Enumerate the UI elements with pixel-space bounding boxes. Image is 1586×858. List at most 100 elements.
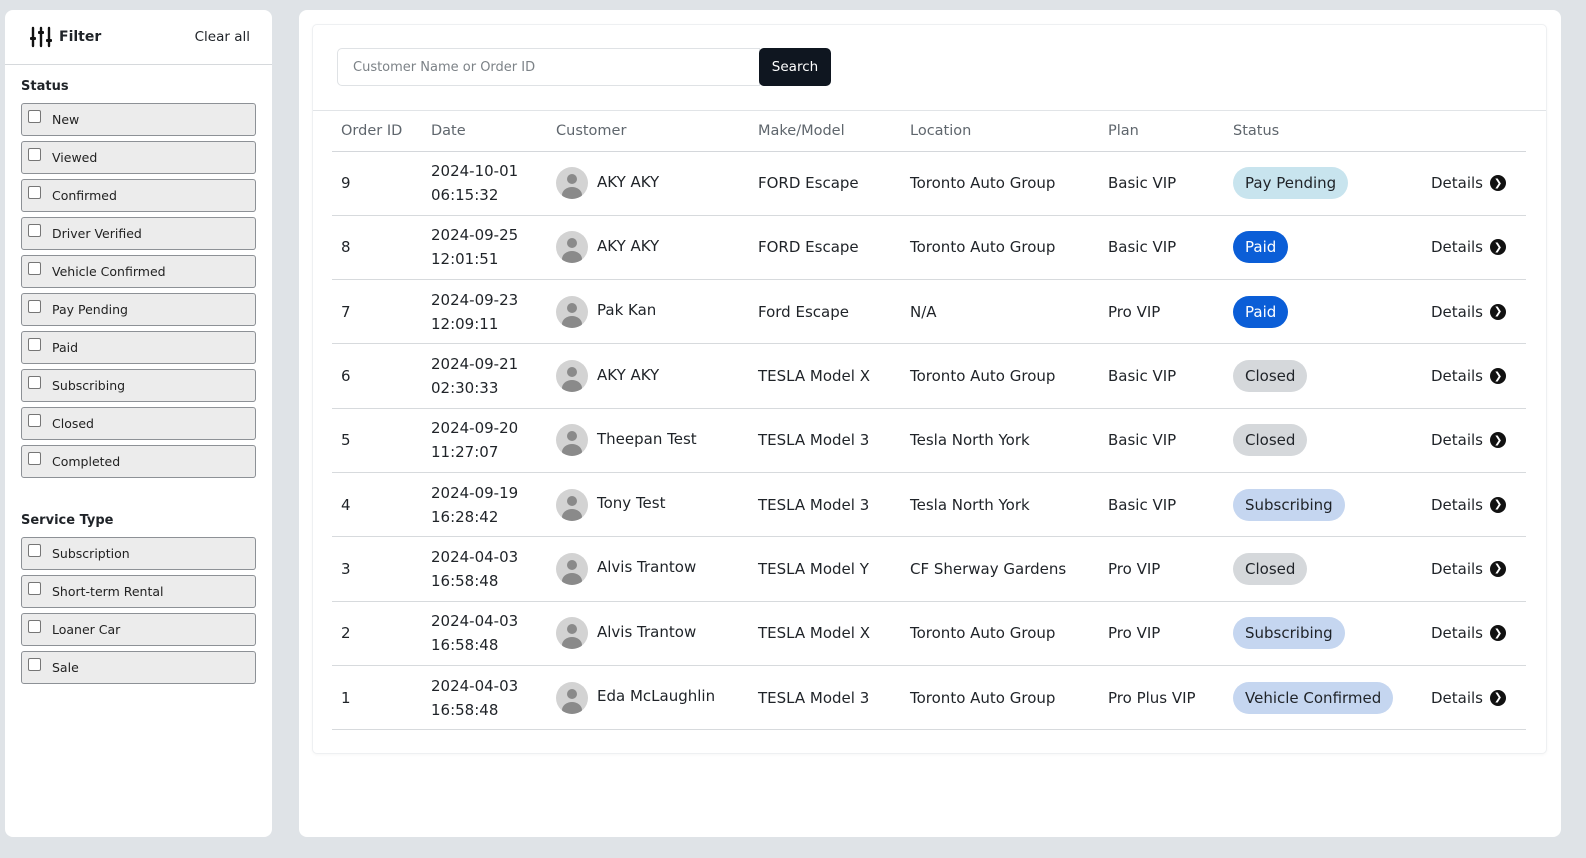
table-row: 7 2024-09-23 12:09:11 Pak Kan Ford Escap… xyxy=(332,279,1526,345)
checkbox[interactable] xyxy=(28,620,41,633)
plan-cell: Basic VIP xyxy=(1099,472,1224,538)
checkbox[interactable] xyxy=(28,582,41,595)
service-filter-loaner-car[interactable]: Loaner Car xyxy=(21,613,256,646)
details-link[interactable]: Details ❯ xyxy=(1431,689,1526,707)
details-cell: Details ❯ xyxy=(1422,151,1526,216)
customer-cell: AKY AKY xyxy=(547,151,749,216)
checkbox-label: Subscribing xyxy=(52,378,126,393)
status-filter-driver-verified[interactable]: Driver Verified xyxy=(21,217,256,250)
make-model-cell: Ford Escape xyxy=(749,279,901,345)
table-row: 8 2024-09-25 12:01:51 AKY AKY FORD Escap… xyxy=(332,215,1526,281)
status-filter-viewed[interactable]: Viewed xyxy=(21,141,256,174)
chevron-right-circle-icon: ❯ xyxy=(1490,625,1507,642)
location-cell: N/A xyxy=(901,279,1099,345)
order-id-cell: 7 xyxy=(332,279,422,345)
checkbox[interactable] xyxy=(28,452,41,465)
avatar xyxy=(556,231,588,264)
service-filter-subscription[interactable]: Subscription xyxy=(21,537,256,570)
checkbox[interactable] xyxy=(28,300,41,313)
plan-cell: Basic VIP xyxy=(1099,408,1224,473)
customer-name: Theepan Test xyxy=(597,429,697,448)
checkbox[interactable] xyxy=(28,338,41,351)
checkbox-label: Driver Verified xyxy=(52,226,142,241)
checkbox-label: Closed xyxy=(52,416,94,431)
chevron-right-circle-icon: ❯ xyxy=(1490,689,1507,706)
status-filter-confirmed[interactable]: Confirmed xyxy=(21,179,256,212)
status-cell: Paid xyxy=(1224,215,1422,281)
status-filter-vehicle-confirmed[interactable]: Vehicle Confirmed xyxy=(21,255,256,288)
avatar xyxy=(556,681,588,714)
make-model-cell: TESLA Model X xyxy=(749,601,901,666)
search-button[interactable]: Search xyxy=(759,48,831,86)
customer-name: Eda McLaughlin xyxy=(597,687,716,706)
column-header-date: Date xyxy=(422,111,547,152)
order-time: 12:09:11 xyxy=(431,314,499,333)
details-link[interactable]: Details ❯ xyxy=(1431,174,1526,192)
checkbox[interactable] xyxy=(28,658,41,671)
make-model-cell: TESLA Model 3 xyxy=(749,472,901,538)
filter-label: Filter xyxy=(59,29,102,45)
status-cell: Closed xyxy=(1224,536,1422,602)
status-cell: Closed xyxy=(1224,343,1422,409)
checkbox[interactable] xyxy=(28,376,41,389)
details-link[interactable]: Details ❯ xyxy=(1431,238,1526,256)
details-cell: Details ❯ xyxy=(1422,215,1526,281)
status-cell: Paid xyxy=(1224,279,1422,345)
status-filter-pay-pending[interactable]: Pay Pending xyxy=(21,293,256,326)
customer-cell: Alvis Trantow xyxy=(547,601,749,666)
avatar xyxy=(556,424,588,457)
details-link[interactable]: Details ❯ xyxy=(1431,431,1526,449)
details-link[interactable]: Details ❯ xyxy=(1431,303,1526,321)
customer-cell: AKY AKY xyxy=(547,215,749,281)
order-id-cell: 1 xyxy=(332,665,422,731)
location-cell: Toronto Auto Group xyxy=(901,601,1099,666)
plan-cell: Basic VIP xyxy=(1099,215,1224,281)
make-model-cell: TESLA Model X xyxy=(749,343,901,409)
date-cell: 2024-09-20 11:27:07 xyxy=(422,408,547,473)
status-filter-paid[interactable]: Paid xyxy=(21,331,256,364)
checkbox[interactable] xyxy=(28,186,41,199)
details-cell: Details ❯ xyxy=(1422,665,1526,731)
status-badge: Closed xyxy=(1233,360,1308,393)
status-filter-new[interactable]: New xyxy=(21,103,256,136)
status-filter-subscribing[interactable]: Subscribing xyxy=(21,369,256,402)
checkbox-label: Viewed xyxy=(52,150,98,165)
order-id-cell: 6 xyxy=(332,343,422,409)
checkbox[interactable] xyxy=(28,148,41,161)
order-date: 2024-04-03 xyxy=(431,547,519,566)
service-filter-short-term-rental[interactable]: Short-term Rental xyxy=(21,575,256,608)
status-filter-list: New Viewed Confirmed Driver Verified Vehicle… xyxy=(5,103,272,478)
customer-cell: Tony Test xyxy=(547,472,749,538)
checkbox[interactable] xyxy=(28,224,41,237)
status-filter-completed[interactable]: Completed xyxy=(21,445,256,478)
column-header-plan: Plan xyxy=(1099,111,1224,152)
plan-cell: Pro VIP xyxy=(1099,279,1224,345)
date-cell: 2024-09-21 02:30:33 xyxy=(422,343,547,409)
status-cell: Pay Pending xyxy=(1224,151,1422,216)
details-link[interactable]: Details ❯ xyxy=(1431,496,1526,514)
customer-name: AKY AKY xyxy=(597,365,660,384)
order-date: 2024-10-01 xyxy=(431,162,519,181)
status-cell: Subscribing xyxy=(1224,601,1422,666)
details-label: Details xyxy=(1431,174,1484,193)
status-filter-closed[interactable]: Closed xyxy=(21,407,256,440)
plan-cell: Basic VIP xyxy=(1099,343,1224,409)
details-link[interactable]: Details ❯ xyxy=(1431,560,1526,578)
table-row: 4 2024-09-19 16:28:42 Tony Test TESLA Mo… xyxy=(332,472,1526,538)
order-time: 06:15:32 xyxy=(431,186,499,205)
table-row: 1 2024-04-03 16:58:48 Eda McLaughlin TES… xyxy=(332,665,1526,731)
checkbox[interactable] xyxy=(28,544,41,557)
checkbox[interactable] xyxy=(28,110,41,123)
details-label: Details xyxy=(1431,431,1484,450)
avatar xyxy=(556,167,588,200)
order-date: 2024-09-21 xyxy=(431,355,519,374)
service-filter-sale[interactable]: Sale xyxy=(21,651,256,684)
checkbox[interactable] xyxy=(28,262,41,275)
search-input[interactable] xyxy=(337,48,760,86)
details-link[interactable]: Details ❯ xyxy=(1431,367,1526,385)
clear-all-link[interactable]: Clear all xyxy=(195,29,250,45)
details-link[interactable]: Details ❯ xyxy=(1431,624,1526,642)
details-label: Details xyxy=(1431,238,1484,257)
order-date: 2024-09-25 xyxy=(431,226,519,245)
checkbox[interactable] xyxy=(28,414,41,427)
